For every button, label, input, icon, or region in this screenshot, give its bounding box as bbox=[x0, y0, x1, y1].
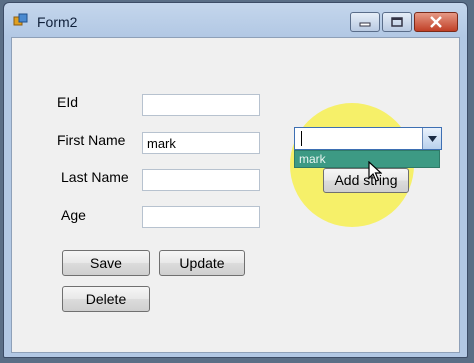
eid-input[interactable] bbox=[142, 94, 260, 116]
first-name-input[interactable]: mark bbox=[142, 132, 260, 154]
close-button[interactable] bbox=[414, 12, 458, 32]
app-icon bbox=[13, 13, 28, 26]
update-button[interactable]: Update bbox=[159, 250, 245, 276]
combobox-dropdown-button[interactable] bbox=[422, 128, 441, 149]
dropdown-item-mark[interactable]: mark bbox=[299, 152, 326, 166]
first-name-label: First Name bbox=[57, 132, 126, 148]
combobox-dropdown-list: mark bbox=[294, 150, 440, 168]
age-label: Age bbox=[61, 207, 86, 223]
maximize-button[interactable] bbox=[382, 12, 412, 32]
mouse-pointer-icon bbox=[368, 161, 382, 182]
window-title: Form2 bbox=[37, 14, 78, 30]
minimize-button[interactable] bbox=[350, 12, 380, 32]
title-bar[interactable]: Form2 bbox=[4, 3, 467, 37]
form2-window: Form2 EId First Name Last Name Age mark … bbox=[3, 2, 468, 358]
string-combobox[interactable] bbox=[294, 127, 442, 150]
add-string-button[interactable]: Add string bbox=[323, 168, 409, 193]
maximize-icon bbox=[391, 17, 403, 27]
text-caret bbox=[301, 131, 302, 146]
eid-label: EId bbox=[57, 94, 79, 110]
minimize-icon bbox=[359, 22, 371, 27]
age-input[interactable] bbox=[142, 206, 260, 228]
delete-button[interactable]: Delete bbox=[62, 286, 150, 312]
save-button[interactable]: Save bbox=[62, 250, 150, 276]
last-name-label: Last Name bbox=[61, 169, 129, 185]
chevron-down-icon bbox=[427, 135, 437, 142]
last-name-input[interactable] bbox=[142, 169, 260, 191]
close-icon bbox=[430, 16, 442, 28]
